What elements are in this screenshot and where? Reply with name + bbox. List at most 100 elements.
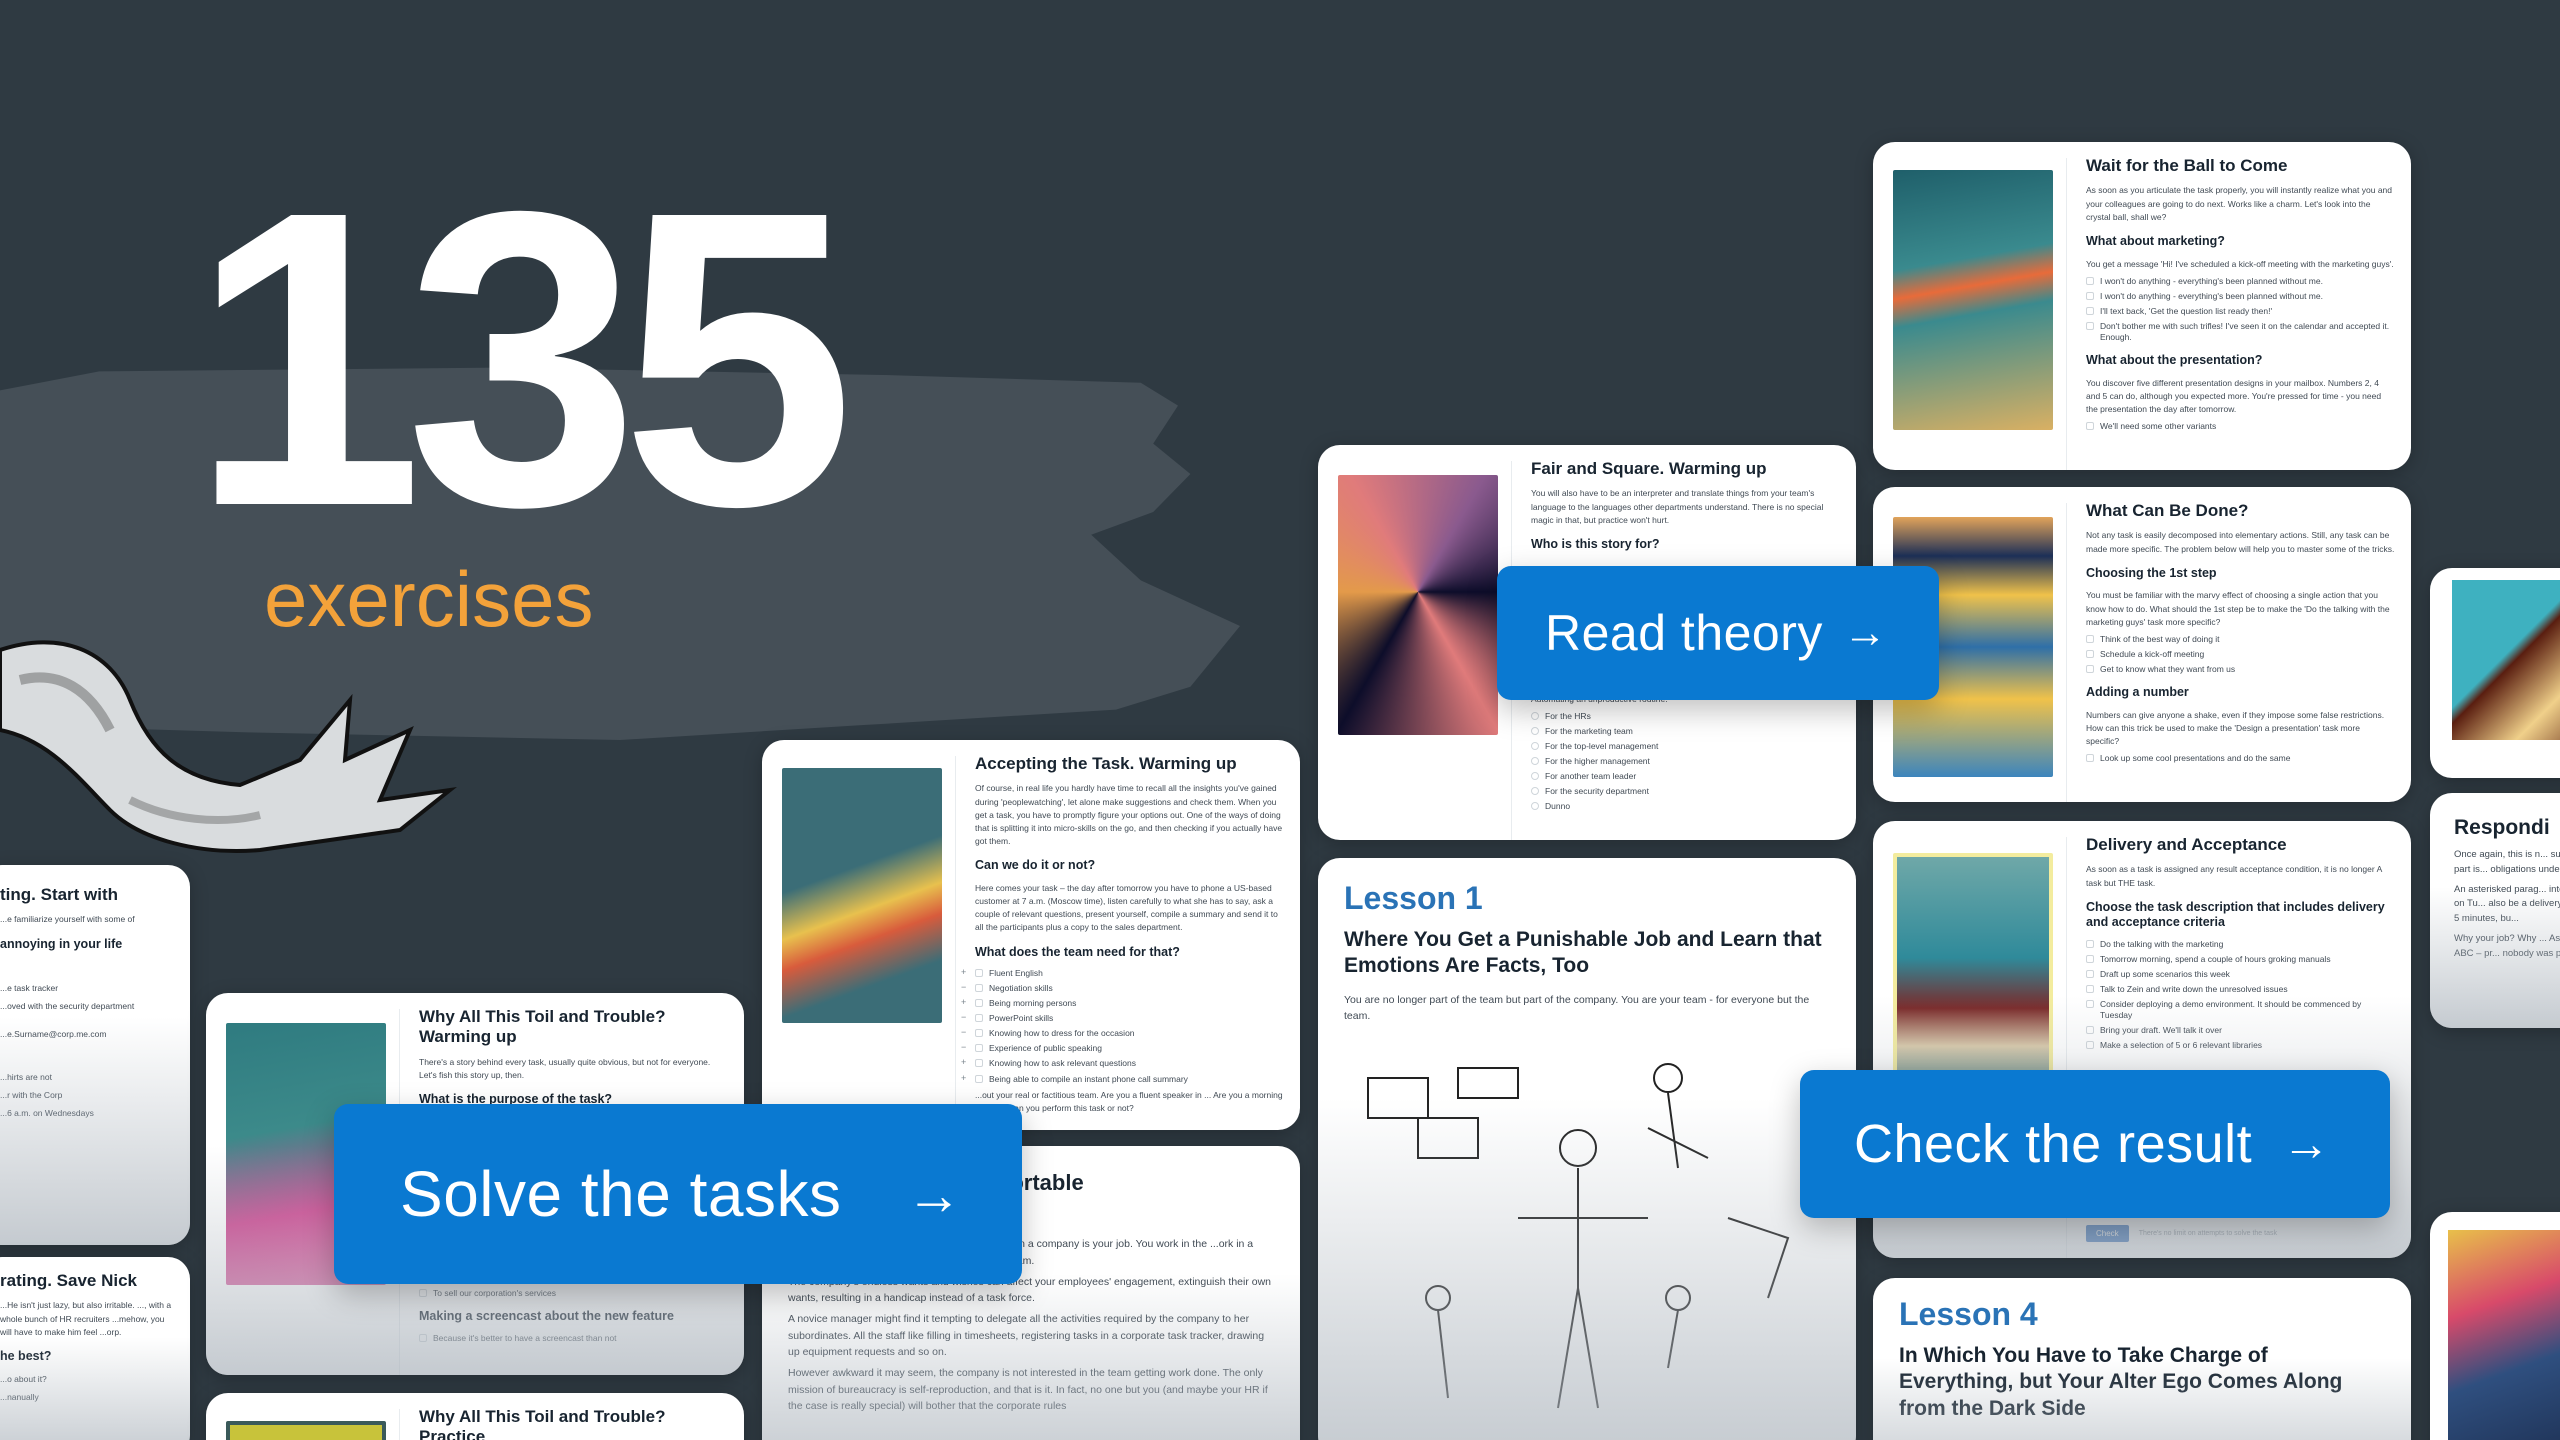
option-label: Talk to Zein and write down the unresolv… — [2100, 984, 2288, 995]
checkbox[interactable] — [2086, 985, 2094, 994]
checkbox[interactable] — [2086, 321, 2094, 330]
option-item[interactable]: To sell our corporation's services — [419, 1288, 728, 1299]
checkbox[interactable] — [975, 999, 983, 1008]
checkbox[interactable] — [2086, 970, 2094, 979]
checkbox[interactable] — [2086, 939, 2094, 948]
radio-button[interactable] — [1531, 771, 1539, 780]
lesson-card-1[interactable]: Lesson 1 Where You Get a Punishable Job … — [1318, 858, 1856, 1440]
radio-button[interactable] — [1531, 756, 1539, 765]
option-item[interactable]: + Being morning persons — [961, 998, 1284, 1009]
checkbox[interactable] — [2086, 276, 2094, 285]
radio-button[interactable] — [1531, 711, 1539, 720]
option-item[interactable]: I'll text back, 'Get the question list r… — [2086, 306, 2395, 317]
check-button[interactable]: Check — [2086, 1225, 2129, 1242]
checkbox[interactable] — [975, 969, 983, 978]
checkbox[interactable] — [975, 1044, 983, 1053]
option-item[interactable]: For another team leader — [1531, 771, 1840, 782]
checkbox[interactable] — [975, 1029, 983, 1038]
checkbox[interactable] — [2086, 649, 2094, 658]
exercise-card-responding[interactable]: Respondi Once again, this is n... subord… — [2430, 793, 2560, 1028]
option-item[interactable]: − Negotiation skills — [961, 983, 1284, 994]
option-item[interactable]: Talk to Zein and write down the unresolv… — [2086, 984, 2395, 995]
option-label: Dunno — [1545, 800, 1571, 811]
checkbox[interactable] — [2086, 1041, 2094, 1050]
radio-button[interactable] — [1531, 726, 1539, 735]
option-item[interactable]: I won't do anything - everything's been … — [2086, 291, 2395, 302]
option-item[interactable]: I won't do anything - everything's been … — [2086, 276, 2395, 287]
exercise-card-accepting-task[interactable]: Accepting the Task. Warming up Of course… — [762, 740, 1300, 1130]
lesson-number: Lesson 4 — [1899, 1296, 2038, 1332]
option-item[interactable]: + Knowing how to ask relevant questions — [961, 1058, 1284, 1069]
card-line: ...6 a.m. on Wednesdays — [0, 1108, 94, 1119]
option-item[interactable]: + Being able to compile an instant phone … — [961, 1073, 1284, 1085]
card-subheading: Who is this story for? — [1531, 536, 1660, 551]
option-item[interactable]: For the security department — [1531, 786, 1840, 797]
option-item[interactable]: Schedule a kick-off meeting — [2086, 649, 2395, 660]
solve-tasks-button[interactable]: Solve the tasks → — [334, 1104, 1022, 1284]
option-item[interactable]: − Knowing how to dress for the occasion — [961, 1028, 1284, 1039]
option-item[interactable]: + Fluent English — [961, 968, 1284, 979]
checkbox[interactable] — [419, 1288, 427, 1297]
option-item[interactable]: Look up some cool presentations and do t… — [2086, 753, 2395, 764]
exercise-card-wait-ball[interactable]: Wait for the Ball to Come As soon as you… — [1873, 142, 2411, 470]
checkbox[interactable] — [975, 1074, 983, 1083]
option-item[interactable]: For the marketing team — [1531, 726, 1840, 737]
card-subheading: What about the presentation? — [2086, 352, 2263, 367]
option-item[interactable]: Draft up some scenarios this week — [2086, 969, 2395, 980]
option-item[interactable]: Do the talking with the marketing — [2086, 939, 2395, 950]
exercise-card-vr[interactable] — [2430, 1212, 2560, 1440]
card-subheading: Choosing the 1st step — [2086, 565, 2217, 580]
option-item[interactable]: Make a selection of 5 or 6 relevant libr… — [2086, 1040, 2395, 1051]
option-item[interactable]: − Experience of public speaking — [961, 1043, 1284, 1054]
lesson-title: In Which You Have to Take Charge of Ever… — [1899, 1344, 2343, 1420]
card-title: Respondi — [2454, 816, 2550, 839]
checkbox[interactable] — [975, 1014, 983, 1023]
checkbox[interactable] — [2086, 291, 2094, 300]
checkbox[interactable] — [2086, 634, 2094, 643]
checkbox[interactable] — [419, 1333, 427, 1342]
option-item[interactable]: We'll need some other variants — [2086, 421, 2395, 432]
option-item[interactable]: For the higher management — [1531, 756, 1840, 767]
minus-icon: − — [961, 982, 967, 993]
card-subheading: he best? — [0, 1348, 52, 1363]
checkbox[interactable] — [2086, 1026, 2094, 1035]
read-theory-button[interactable]: Read theory → — [1497, 566, 1939, 700]
option-item[interactable]: For the HRs — [1531, 711, 1840, 722]
exercise-card-toil-practice[interactable]: Why All This Toil and Trouble? Practice — [206, 1393, 744, 1440]
option-label: I won't do anything - everything's been … — [2100, 290, 2323, 301]
card-line: ...hirts are not — [0, 1071, 52, 1082]
card-divider — [2066, 503, 2067, 802]
option-item[interactable]: − PowerPoint skills — [961, 1013, 1284, 1024]
option-label: Knowing how to dress for the occasion — [989, 1028, 1135, 1039]
checkbox[interactable] — [2086, 955, 2094, 964]
exercise-card-hands[interactable] — [2430, 568, 2560, 778]
option-item[interactable]: Think of the best way of doing it — [2086, 634, 2395, 645]
team-sketch-illustration — [1367, 1063, 1790, 1409]
checkbox[interactable] — [2086, 422, 2094, 431]
checkbox[interactable] — [2086, 306, 2094, 315]
option-label: We'll need some other variants — [2100, 421, 2217, 432]
check-result-button[interactable]: Check the result → — [1800, 1070, 2390, 1218]
radio-button[interactable] — [1531, 786, 1539, 795]
option-item[interactable]: Bring your draft. We'll talk it over — [2086, 1025, 2395, 1036]
option-item[interactable]: Because it's better to have a screencast… — [419, 1333, 728, 1344]
exercise-card-what-done[interactable]: What Can Be Done? Not any task is easily… — [1873, 487, 2411, 802]
option-item[interactable]: Don't bother me with such trifles! I've … — [2086, 321, 2395, 343]
option-item[interactable]: For the top-level management — [1531, 741, 1840, 752]
plus-icon: + — [961, 997, 967, 1008]
checkbox[interactable] — [975, 1059, 983, 1068]
checkbox[interactable] — [2086, 1000, 2094, 1009]
option-item[interactable]: Dunno — [1531, 801, 1840, 812]
option-item[interactable]: Consider deploying a demo environment. I… — [2086, 999, 2395, 1021]
option-item[interactable]: Tomorrow morning, spend a couple of hour… — [2086, 954, 2395, 965]
radio-button[interactable] — [1531, 741, 1539, 750]
lesson-card-4[interactable]: Lesson 4 In Which You Have to Take Charg… — [1873, 1278, 2411, 1440]
plus-icon: + — [961, 967, 967, 978]
exercise-card-start-with[interactable]: ting. Start with ...e familiarize yourse… — [0, 865, 190, 1245]
checkbox[interactable] — [975, 984, 983, 993]
checkbox[interactable] — [2086, 754, 2094, 763]
option-item[interactable]: Get to know what they want from us — [2086, 664, 2395, 675]
radio-button[interactable] — [1531, 801, 1539, 810]
exercise-card-save-nick[interactable]: rating. Save Nick ...He isn't just lazy,… — [0, 1257, 190, 1440]
checkbox[interactable] — [2086, 664, 2094, 673]
